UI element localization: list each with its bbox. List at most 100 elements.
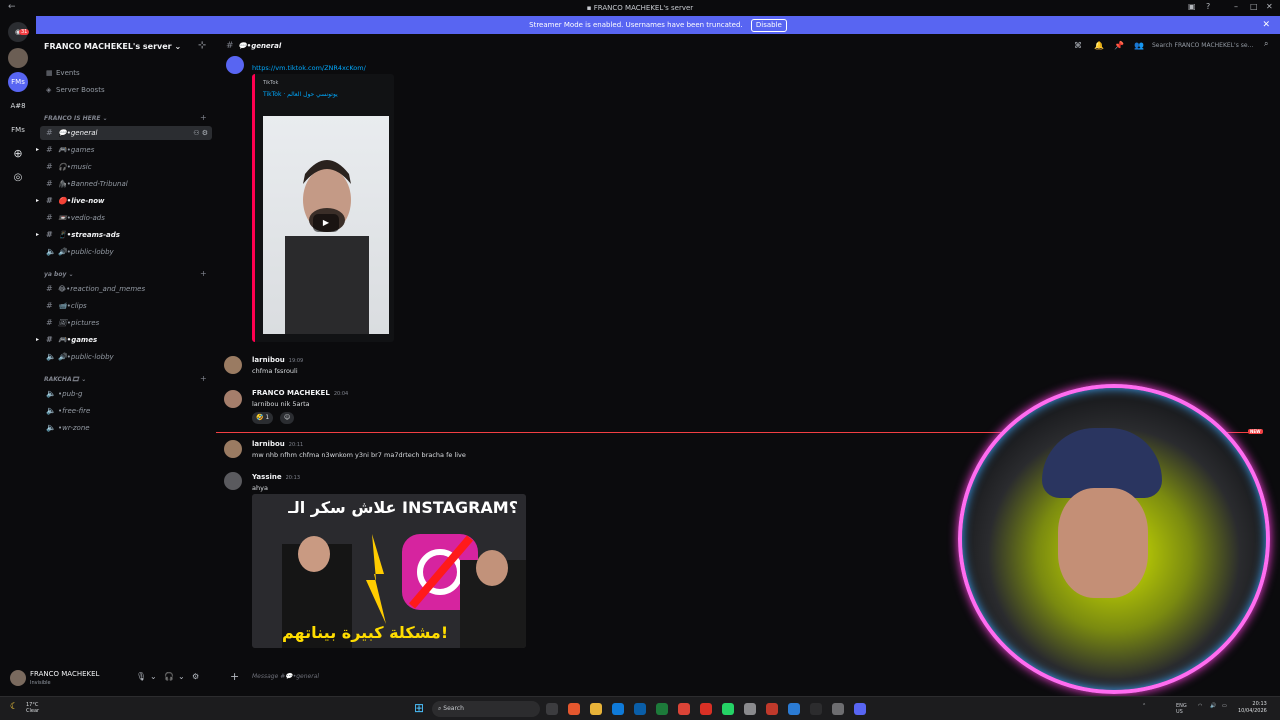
server-a8[interactable]: A#8 <box>8 96 28 116</box>
message-author[interactable]: larnibou 19:09 <box>252 356 303 364</box>
search-icon[interactable]: ⌕ <box>1264 39 1268 49</box>
add-server-icon[interactable]: ⊕ <box>8 144 28 164</box>
help-icon[interactable]: ? <box>1206 2 1210 11</box>
message-text: mw nhb nfhm chfma n3wnkom y3ni br7 ma7dr… <box>252 451 466 459</box>
category-ya-boy[interactable]: ya boy ⌄ <box>44 271 74 278</box>
minimize-icon[interactable]: – <box>1234 2 1238 11</box>
discover-icon[interactable]: ◎ <box>8 168 28 188</box>
category-franco-is-here[interactable]: FRANCO IS HERE ⌄ <box>44 115 108 122</box>
capcut-icon[interactable] <box>810 703 822 715</box>
member-list-icon[interactable]: 👥 <box>1134 41 1144 50</box>
channel-banned-tribunal[interactable]: # 🦍•Banned-Tribunal <box>40 177 212 191</box>
battery-icon[interactable]: ▭ <box>1222 703 1227 709</box>
message-avatar[interactable] <box>224 390 242 408</box>
browser-icon[interactable] <box>568 703 580 715</box>
nav-events[interactable]: ▦ Events <box>46 69 80 77</box>
add-reaction-icon[interactable]: ☺ <box>280 412 295 424</box>
obs-icon[interactable] <box>766 703 778 715</box>
tray-chevron-icon[interactable]: ⌃ <box>1142 703 1146 709</box>
server-fms[interactable]: FMs <box>8 120 28 140</box>
chevron-down-icon[interactable]: ⌄ <box>150 672 157 681</box>
pin-icon[interactable]: 📌 <box>1114 41 1124 50</box>
voice-channel-wr-zone[interactable]: 🔈 •wr-zone <box>40 421 212 435</box>
close-banner-icon[interactable]: ✕ <box>1262 16 1270 34</box>
add-channel-icon[interactable]: + <box>200 269 207 278</box>
message-author[interactable]: Yassine 20:13 <box>252 473 300 481</box>
user-settings-gear-icon[interactable]: ⚙ <box>192 672 199 681</box>
search-input[interactable]: Search FRANCO MACHEKEL's se... <box>1152 40 1262 52</box>
taskbar-clock[interactable]: 20:13 10/04/2026 <box>1238 701 1267 715</box>
headphones-icon[interactable]: 🎧 <box>164 672 174 681</box>
voice-channel-public-lobby-2[interactable]: 🔈 🔊•public-lobby <box>40 350 212 364</box>
invite-people-icon[interactable]: ⊹ <box>198 40 206 51</box>
nav-server-boosts[interactable]: ◈ Server Boosts <box>46 86 105 94</box>
channel-music[interactable]: # 🎧•music <box>40 160 212 174</box>
inbox-icon[interactable]: ▣ <box>1188 2 1196 11</box>
message-avatar[interactable] <box>224 440 242 458</box>
channel-live-now[interactable]: ▸ # 🔴•live-now <box>36 194 212 208</box>
store-icon[interactable] <box>634 703 646 715</box>
vivaldi-icon[interactable] <box>700 703 712 715</box>
close-window-icon[interactable]: ✕ <box>1266 2 1273 11</box>
disable-streamer-mode-button[interactable]: Disable <box>750 19 787 32</box>
discord-taskbar-icon[interactable] <box>854 703 866 715</box>
embed-title[interactable]: TikTok · يوتونسي حول العالم <box>263 91 338 98</box>
voice-channel-pub-g[interactable]: 🔈 •pub-g <box>40 387 212 401</box>
message-input[interactable]: Message #💬•general <box>252 673 319 680</box>
channel-streams-ads[interactable]: ▸ # 📱•streams-ads <box>36 228 212 242</box>
message-avatar[interactable] <box>224 472 242 490</box>
message-author[interactable]: larnibou 20:11 <box>252 440 303 448</box>
edge-icon[interactable] <box>612 703 624 715</box>
tiktok-link[interactable]: https://vm.tiktok.com/ZNR4xcKom/ <box>252 64 366 72</box>
embed-video[interactable]: ▶ <box>263 116 389 334</box>
word-icon[interactable] <box>788 703 800 715</box>
add-channel-icon[interactable]: + <box>200 113 207 122</box>
whatsapp-icon[interactable] <box>722 703 734 715</box>
message-author[interactable]: FRANCO MACHEKEL 20:04 <box>252 389 348 397</box>
play-icon[interactable]: ▶ <box>313 214 339 232</box>
windows-start-icon[interactable]: ⊞ <box>414 701 424 715</box>
server-name-dropdown[interactable]: FRANCO MACHEKEL's server ⌄ <box>44 42 181 51</box>
message-avatar[interactable] <box>226 56 244 74</box>
channel-clips[interactable]: # 📹•clips <box>40 299 212 313</box>
threads-icon[interactable]: ⌘ <box>1074 41 1082 50</box>
channel-games-2[interactable]: ▸ # 🎮•games <box>36 333 212 347</box>
notification-bell-icon[interactable]: 🔔 <box>1094 41 1104 50</box>
gear-app-icon[interactable] <box>832 703 844 715</box>
hash-icon: # <box>46 301 53 310</box>
channel-reaction-and-memes[interactable]: # 😂•reaction_and_memes <box>40 282 212 296</box>
channel-sidebar: FRANCO MACHEKEL's server ⌄ ⊹ ▦ Events ◈ Se… <box>36 34 216 660</box>
reaction-laugh[interactable]: 🤣 1 <box>252 412 274 424</box>
voice-channel-free-fire[interactable]: 🔈 •free-fire <box>40 404 212 418</box>
server-avatar[interactable] <box>8 48 28 68</box>
message-avatar[interactable] <box>224 356 242 374</box>
voice-channel-public-lobby[interactable]: 🔈 🔊•public-lobby <box>40 245 212 259</box>
channel-settings-icon[interactable]: ⚇ ⚙ <box>193 126 208 140</box>
user-avatar[interactable] <box>10 670 26 686</box>
volume-icon[interactable]: 🔊 <box>1210 703 1216 709</box>
task-view-icon[interactable] <box>546 703 558 715</box>
category-rakcha[interactable]: RAKCHA🎞 ⌄ <box>44 376 86 383</box>
server-fms-active[interactable]: FMs <box>8 72 28 92</box>
attach-plus-icon[interactable]: + <box>230 670 239 683</box>
wifi-icon[interactable]: ◠ <box>1198 703 1202 709</box>
channel-pictures[interactable]: # 🖼•pictures <box>40 316 212 330</box>
add-channel-icon[interactable]: + <box>200 374 207 383</box>
channel-vedio-ads[interactable]: # 📼•vedio-ads <box>40 211 212 225</box>
youtube-thumbnail[interactable]: علاش سكر الـ INSTAGRAM؟ مشكلة كبيرة بينا… <box>252 494 526 648</box>
taskbar-search[interactable]: ⌕ Search <box>432 701 540 717</box>
chevron-down-icon[interactable]: ⌄ <box>178 672 185 681</box>
embed-provider: TikTok <box>263 80 279 86</box>
microphone-icon[interactable]: 🎙 <box>136 672 146 681</box>
weather-widget[interactable]: 17°C Clear <box>26 702 39 714</box>
keyboard-language[interactable]: ENG US <box>1176 703 1187 715</box>
settings-app-icon[interactable] <box>744 703 756 715</box>
message-timestamp: 19:09 <box>288 358 304 364</box>
title-bar: ← ▪ FRANCO MACHEKEL's server ▣ ? – □ ✕ <box>0 0 1280 16</box>
channel-general[interactable]: # 💬•general ⚇ ⚙ <box>40 126 212 140</box>
channel-games[interactable]: ▸ # 🎮•games <box>36 143 212 157</box>
maximize-icon[interactable]: □ <box>1250 2 1258 11</box>
file-explorer-icon[interactable] <box>590 703 602 715</box>
xbox-icon[interactable] <box>656 703 668 715</box>
chrome-icon[interactable] <box>678 703 690 715</box>
